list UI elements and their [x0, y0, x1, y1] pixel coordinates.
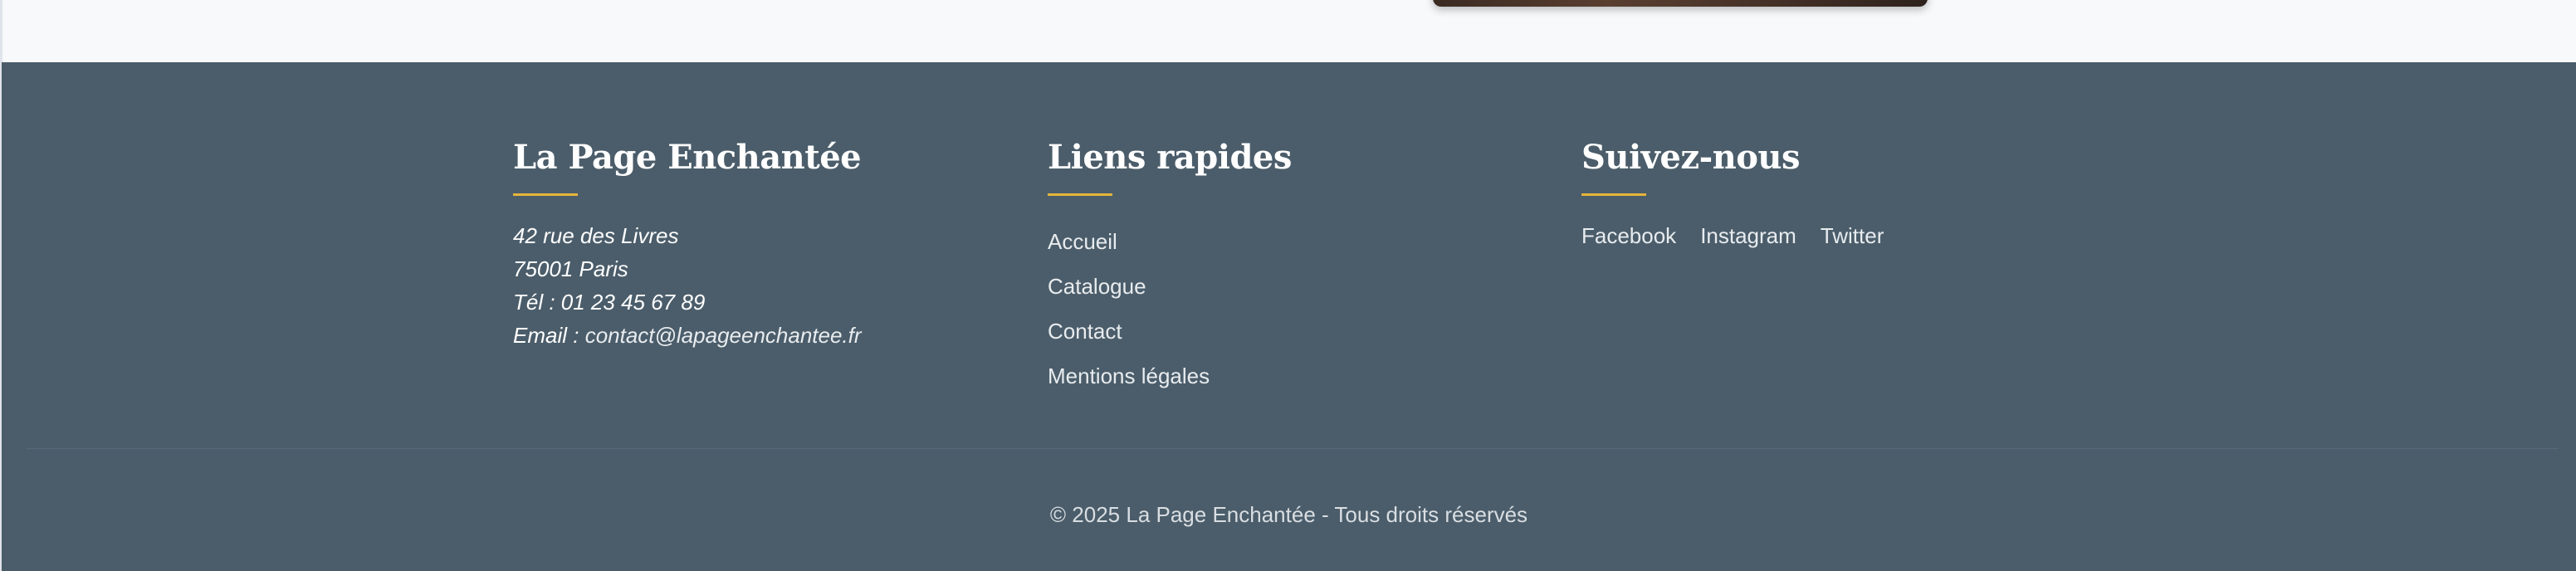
contact-email-line: Email : contact@lapageenchantee.fr	[513, 319, 862, 352]
email-label: Email :	[513, 323, 585, 348]
footer-links-column: Liens rapides Accueil Catalogue Contact …	[1048, 137, 1292, 398]
email-link[interactable]: contact@lapageenchantee.fr	[585, 323, 862, 348]
contact-phone: Tél : 01 23 45 67 89	[513, 290, 706, 315]
quick-links-list: Accueil Catalogue Contact Mentions légal…	[1048, 219, 1292, 398]
title-underline	[513, 193, 578, 196]
social-link-instagram[interactable]: Instagram	[1700, 219, 1796, 252]
footer-divider	[27, 448, 2559, 449]
link-catalogue[interactable]: Catalogue	[1048, 264, 1292, 309]
page-content-bottom	[0, 0, 2576, 62]
contact-address: 42 rue des Livres 75001 Paris Tél : 01 2…	[513, 219, 862, 352]
link-accueil[interactable]: Accueil	[1048, 219, 1292, 264]
footer-contact-title: La Page Enchantée	[513, 138, 862, 177]
link-contact[interactable]: Contact	[1048, 309, 1292, 354]
title-underline	[1048, 193, 1112, 196]
title-underline	[1581, 193, 1646, 196]
footer-contact-column: La Page Enchantée 42 rue des Livres 7500…	[513, 137, 862, 352]
copyright-text: © 2025 La Page Enchantée - Tous droits r…	[1049, 502, 1528, 527]
social-link-facebook[interactable]: Facebook	[1581, 219, 1676, 252]
link-mentions-legales[interactable]: Mentions légales	[1048, 354, 1292, 398]
footer-social-title: Suivez-nous	[1581, 138, 1801, 177]
address-line-city: 75001 Paris	[513, 256, 628, 281]
social-links: Facebook Instagram Twitter	[1581, 219, 1884, 252]
address-line-street: 42 rue des Livres	[513, 223, 679, 248]
site-footer: La Page Enchantée 42 rue des Livres 7500…	[2, 62, 2576, 571]
content-image-edge	[1433, 0, 1928, 7]
social-link-twitter[interactable]: Twitter	[1821, 219, 1884, 252]
footer-links-title: Liens rapides	[1048, 138, 1292, 177]
footer-social-column: Suivez-nous Facebook Instagram Twitter	[1581, 137, 1884, 252]
